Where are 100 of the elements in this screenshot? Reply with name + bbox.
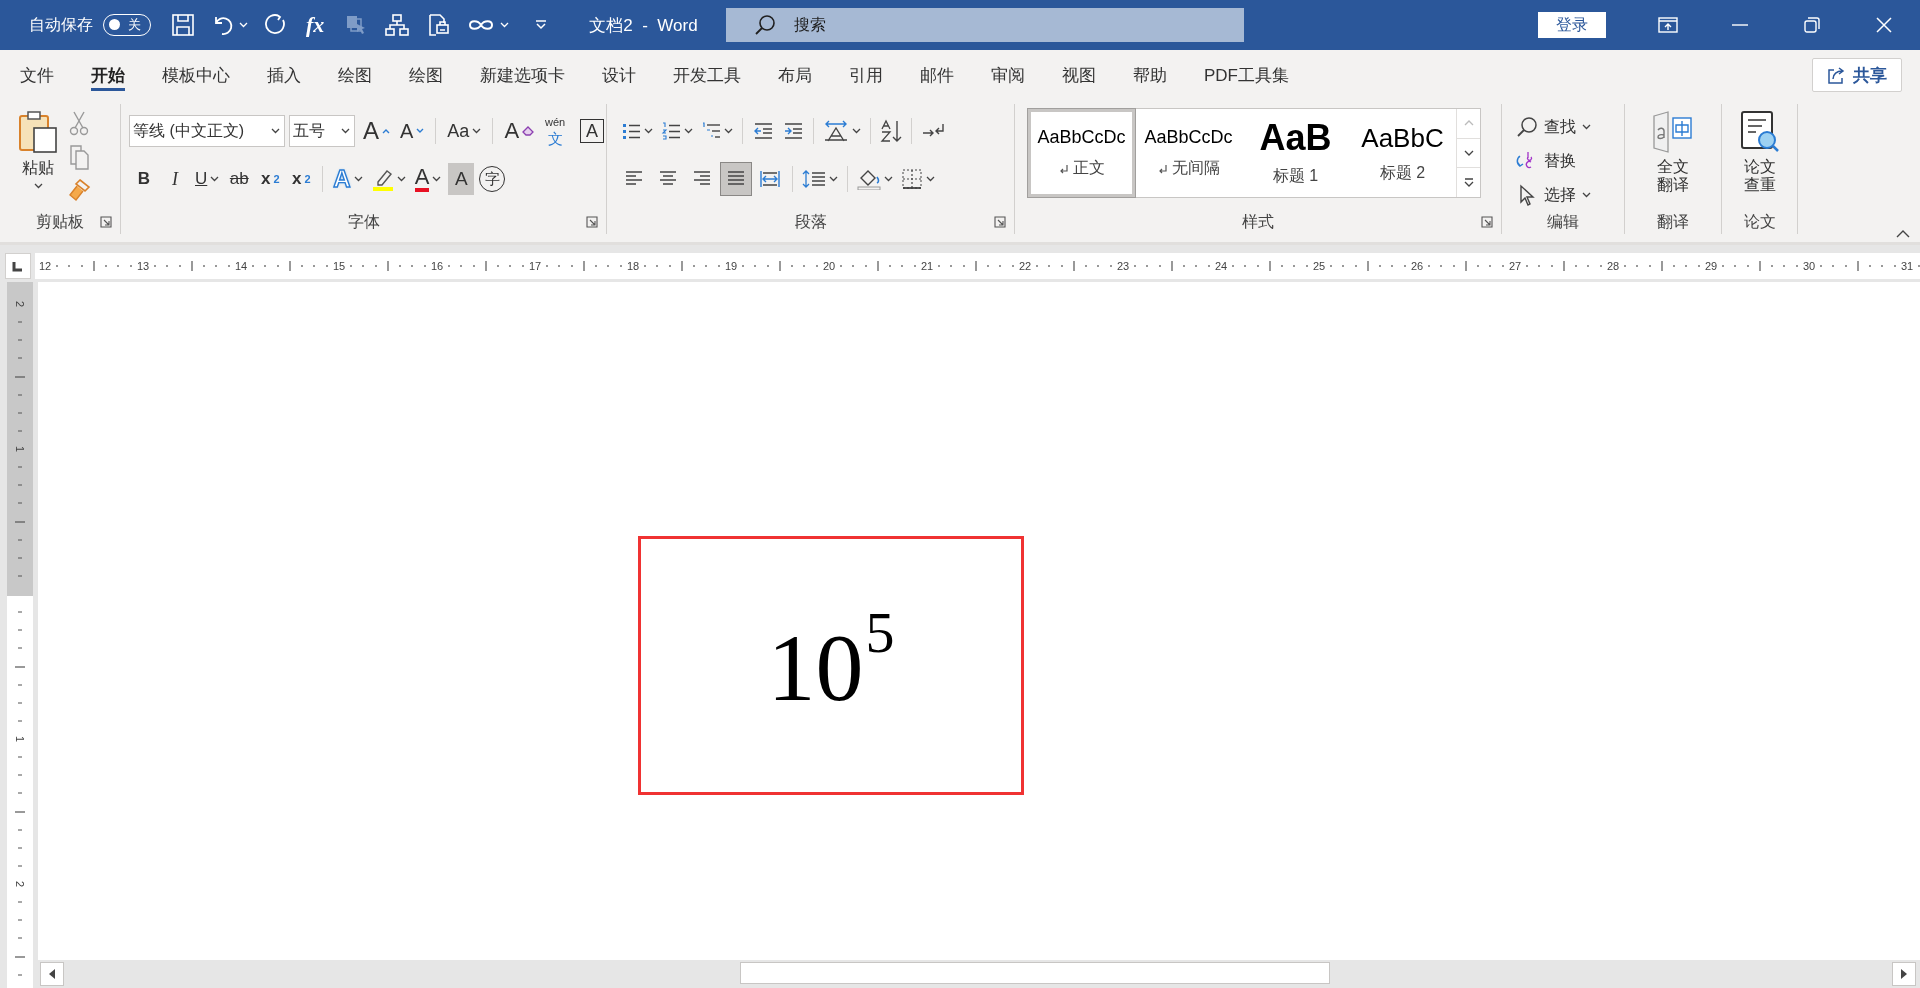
ruler-number: 20 <box>821 259 837 272</box>
caret-icon <box>472 128 482 134</box>
style-option[interactable]: AaBbCcDc 正文 <box>1028 109 1135 197</box>
text-layout-icon <box>823 120 849 142</box>
character-shading-button[interactable]: A <box>448 163 475 195</box>
ribbon-tab[interactable]: 新建选项卡 <box>480 59 565 91</box>
font-size-select[interactable]: 五号 <box>289 115 355 147</box>
distributed-icon <box>760 169 780 189</box>
caret-icon <box>353 176 363 182</box>
group-label: 字体 <box>347 211 380 232</box>
ribbon-tab[interactable]: 布局 <box>778 59 812 91</box>
font-color-button[interactable]: A <box>412 163 444 195</box>
phonetic-guide-button[interactable]: wén 文 <box>542 115 569 147</box>
ruler-number: 29 <box>1703 259 1719 272</box>
ribbon-tab[interactable]: 引用 <box>849 59 883 91</box>
caret-icon <box>239 22 248 28</box>
style-option[interactable]: AaBbC 标题 2 <box>1349 109 1456 197</box>
grow-font-button[interactable]: A <box>361 115 392 147</box>
document-button[interactable] <box>426 13 451 37</box>
org-chart-button[interactable] <box>384 13 411 37</box>
replace-button[interactable]: 替换 <box>1516 146 1591 176</box>
change-case-button[interactable]: Aa <box>445 115 484 147</box>
ribbon-tab[interactable]: 模板中心 <box>162 59 230 91</box>
ribbon-tab[interactable]: 绘图 <box>409 59 443 91</box>
scroll-left-button[interactable] <box>40 962 64 986</box>
paragraph-mark-icon <box>1058 163 1069 174</box>
tab-stop-icon <box>12 259 24 272</box>
style-option[interactable]: AaBbCcDc 无间隔 <box>1135 109 1242 197</box>
clear-formatting-button[interactable]: A <box>502 115 537 147</box>
select-button[interactable]: 选择 <box>1516 180 1591 210</box>
ruler-number: 2 <box>13 880 27 888</box>
format-painter-button[interactable] <box>68 178 92 202</box>
find-button[interactable]: 查找 <box>1516 112 1591 142</box>
search-field[interactable]: 搜索 <box>725 8 1244 42</box>
dialog-launcher-icon[interactable] <box>994 216 1006 228</box>
caret-icon <box>1582 124 1591 130</box>
eraser-icon <box>522 126 535 136</box>
ribbon-tab[interactable]: 开发工具 <box>673 59 741 91</box>
ribbon-tab[interactable]: 绘图 <box>338 59 372 91</box>
ruler-number: 28 <box>1605 259 1621 272</box>
expand-icon <box>1463 177 1474 188</box>
login-button[interactable]: 登录 <box>1538 12 1606 38</box>
group-label: 编辑 <box>1547 211 1579 232</box>
style-option[interactable]: AaB 标题 1 <box>1242 109 1349 197</box>
ribbon-tab[interactable]: 文件 <box>20 59 54 91</box>
dialog-launcher-icon[interactable] <box>586 216 598 228</box>
bold-button[interactable]: B <box>131 163 157 195</box>
ruler-number: 23 <box>1115 259 1131 272</box>
paste-button[interactable]: 粘贴 <box>18 110 58 210</box>
search-icon <box>753 14 776 36</box>
scissors-icon <box>68 110 90 136</box>
customize-toolbar-button[interactable] <box>535 19 548 31</box>
strikethrough-button[interactable]: ab <box>226 163 253 195</box>
document-title: 文档2 - Word <box>589 14 698 37</box>
group-label: 段落 <box>794 211 827 232</box>
ribbon-tab[interactable]: 帮助 <box>1133 59 1167 91</box>
paintbrush-icon <box>68 178 92 202</box>
ruler-number: 1 <box>13 445 27 453</box>
caret-icon <box>644 128 653 134</box>
save-button[interactable] <box>171 13 195 37</box>
font-name-select[interactable]: 等线 (中文正文) <box>129 115 285 147</box>
plagiarism-check-button[interactable]: 论文查重 <box>1739 110 1780 210</box>
tab-stop-selector[interactable] <box>5 252 31 279</box>
translate-button[interactable]: 全文翻译 <box>1651 110 1695 210</box>
justify-button[interactable] <box>721 163 751 195</box>
multilevel-list-icon <box>701 121 721 141</box>
left-arrow-icon <box>48 968 56 980</box>
ribbon-display-icon <box>1658 17 1678 33</box>
link-button[interactable] <box>466 17 510 33</box>
underline-button[interactable]: U <box>193 163 222 195</box>
collapse-ribbon-button[interactable] <box>1896 230 1910 238</box>
bullet-list-icon <box>621 121 641 141</box>
close-icon <box>1876 17 1892 33</box>
group-label: 翻译 <box>1657 211 1689 232</box>
caret-down-icon <box>1463 150 1474 156</box>
dialog-launcher-icon[interactable] <box>1481 216 1493 228</box>
caret-icon <box>684 128 693 134</box>
scroll-right-button[interactable] <box>1892 962 1916 986</box>
formula-button[interactable]: fx <box>306 12 325 38</box>
caret-icon <box>884 176 893 182</box>
caret-down-icon <box>416 128 425 134</box>
character-border-button[interactable]: A <box>580 119 605 143</box>
ribbon-tab[interactable]: 插入 <box>267 59 301 91</box>
shrink-font-button[interactable]: A <box>398 115 427 147</box>
scrollbar-thumb[interactable] <box>740 962 1330 984</box>
share-button[interactable]: 共享 <box>1812 58 1902 92</box>
italic-button[interactable]: I <box>162 163 188 195</box>
group-label: 样式 <box>1242 211 1274 232</box>
ruler-number: 16 <box>429 259 445 272</box>
dialog-launcher-icon[interactable] <box>100 216 112 228</box>
ribbon-tab[interactable]: 视图 <box>1062 59 1096 91</box>
redo-button[interactable] <box>264 13 288 37</box>
ribbon-tab[interactable]: 邮件 <box>920 59 954 91</box>
copy-icon <box>68 144 90 170</box>
document-icon <box>426 13 451 37</box>
ribbon-tab[interactable]: 设计 <box>602 59 636 91</box>
ribbon-tab[interactable]: 开始 <box>91 59 125 91</box>
ruler-number: 31 <box>1899 259 1915 272</box>
ribbon-tab[interactable]: PDF工具集 <box>1204 59 1289 91</box>
ribbon-tab[interactable]: 审阅 <box>991 59 1025 91</box>
